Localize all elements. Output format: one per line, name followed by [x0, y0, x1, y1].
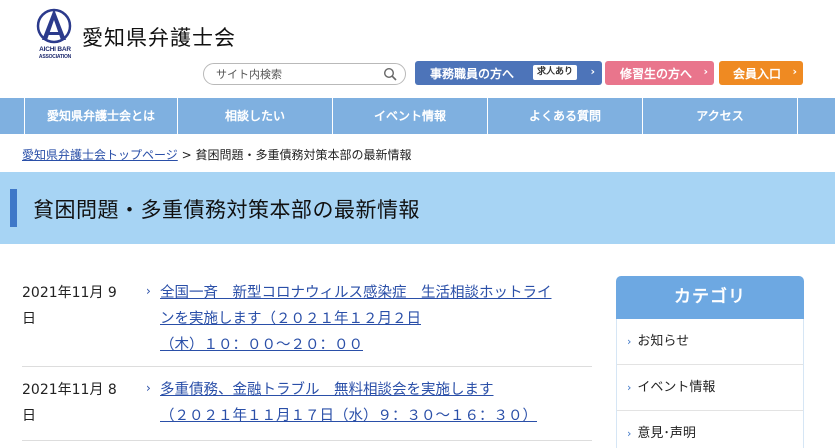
news-link-line2: （２０２１年１１月１７日（水）９：３０～１６：３０）	[160, 408, 537, 424]
news-item: 2021年11月 8 日 › 多重債務、金融トラブル 無料相談会を実施します （…	[22, 377, 592, 433]
news-date-line2: 日	[22, 408, 36, 424]
sidebar-item-news[interactable]: › お知らせ	[627, 319, 797, 364]
page-title: 貧困問題・多重債務対策本部の最新情報	[33, 198, 420, 222]
main-nav: 愛知県弁護士会とは 相談したい イベント情報 よくある質問 アクセス	[0, 98, 835, 134]
logo-text-line2: ASSOCIATION	[38, 54, 72, 60]
news-link[interactable]: 多重債務、金融トラブル 無料相談会を実施します （２０２１年１１月１７日（水）９…	[160, 377, 580, 429]
sidebar-item-events[interactable]: › イベント情報	[627, 365, 797, 410]
nav-item-events[interactable]: イベント情報	[333, 98, 488, 134]
page-title-banner: 貧困問題・多重債務対策本部の最新情報	[0, 172, 835, 244]
news-link[interactable]: 全国一斉 新型コロナウィルス感染症 生活相談ホットライ ンを実施します（２０２１…	[160, 280, 580, 358]
trainee-button[interactable]: 修習生の方へ ›	[605, 61, 714, 85]
site-header: AICHI BAR ASSOCIATION 愛知県弁護士会 事務職員の方へ 求人…	[0, 0, 835, 98]
breadcrumb-home-link[interactable]: 愛知県弁護士会トップページ	[22, 148, 178, 162]
news-link-line1: 全国一斉 新型コロナウィルス感染症 生活相談ホットライ	[160, 285, 552, 301]
breadcrumb-separator: >	[181, 148, 192, 162]
sidebar-list: › お知らせ › イベント情報 › 意見･声明	[616, 319, 804, 448]
chevron-right-icon: ›	[590, 65, 595, 78]
site-title[interactable]: 愛知県弁護士会	[82, 22, 236, 52]
staff-button-label: 事務職員の方へ	[430, 67, 515, 81]
news-date-line1: 2021年11月 9	[22, 285, 117, 301]
logo-text-line1: AICHI BAR	[39, 46, 71, 53]
news-date: 2021年11月 8 日	[22, 377, 140, 429]
title-accent-bar	[10, 189, 17, 227]
sidebar-item-label: 意見･声明	[637, 426, 696, 441]
nav-item-access[interactable]: アクセス	[643, 98, 798, 134]
sidebar-item-label: お知らせ	[637, 334, 690, 349]
site-search[interactable]	[203, 63, 406, 85]
breadcrumb-current: 貧困問題・多重債務対策本部の最新情報	[195, 148, 412, 162]
nav-item-about[interactable]: 愛知県弁護士会とは	[24, 98, 178, 134]
sidebar-item-opinions[interactable]: › 意見･声明	[627, 411, 797, 448]
recruit-badge: 求人あり	[533, 65, 578, 80]
site-logo[interactable]: AICHI BAR ASSOCIATION	[30, 6, 80, 64]
sidebar-item-label: イベント情報	[637, 380, 716, 395]
chevron-right-icon: ›	[627, 381, 632, 394]
breadcrumb: 愛知県弁護士会トップページ > 貧困問題・多重債務対策本部の最新情報	[22, 146, 412, 163]
chevron-right-icon: ›	[146, 381, 151, 395]
news-date-line1: 2021年11月 8	[22, 382, 117, 398]
sidebar-title: カテゴリ	[616, 276, 804, 319]
chevron-right-icon: ›	[703, 65, 708, 78]
news-divider	[22, 440, 592, 441]
news-link-line2: ンを実施します（２０２１年１２月２日	[160, 311, 421, 327]
news-link-line1: 多重債務、金融トラブル 無料相談会を実施します	[160, 382, 494, 398]
chevron-right-icon: ›	[792, 65, 797, 78]
news-link-line3: （木）１０：００～２０：００	[160, 337, 363, 353]
member-login-button[interactable]: 会員入口 ›	[719, 61, 803, 85]
news-divider	[22, 366, 592, 367]
news-date-line2: 日	[22, 311, 36, 327]
member-login-label: 会員入口	[733, 67, 782, 81]
search-icon[interactable]	[383, 67, 397, 81]
staff-button[interactable]: 事務職員の方へ 求人あり ›	[415, 61, 602, 85]
news-item: 2021年11月 9 日 › 全国一斉 新型コロナウィルス感染症 生活相談ホット…	[22, 280, 592, 360]
nav-item-consult[interactable]: 相談したい	[178, 98, 333, 134]
chevron-right-icon: ›	[146, 284, 151, 298]
news-date: 2021年11月 9 日	[22, 280, 140, 332]
trainee-button-label: 修習生の方へ	[620, 67, 693, 81]
nav-item-faq[interactable]: よくある質問	[488, 98, 643, 134]
logo-emblem-icon	[36, 8, 72, 44]
logo-text: AICHI BAR ASSOCIATION	[30, 46, 80, 61]
search-input[interactable]	[216, 66, 376, 82]
category-sidebar: カテゴリ › お知らせ › イベント情報 › 意見･声明	[616, 276, 804, 448]
chevron-right-icon: ›	[627, 335, 632, 348]
chevron-right-icon: ›	[627, 427, 632, 440]
